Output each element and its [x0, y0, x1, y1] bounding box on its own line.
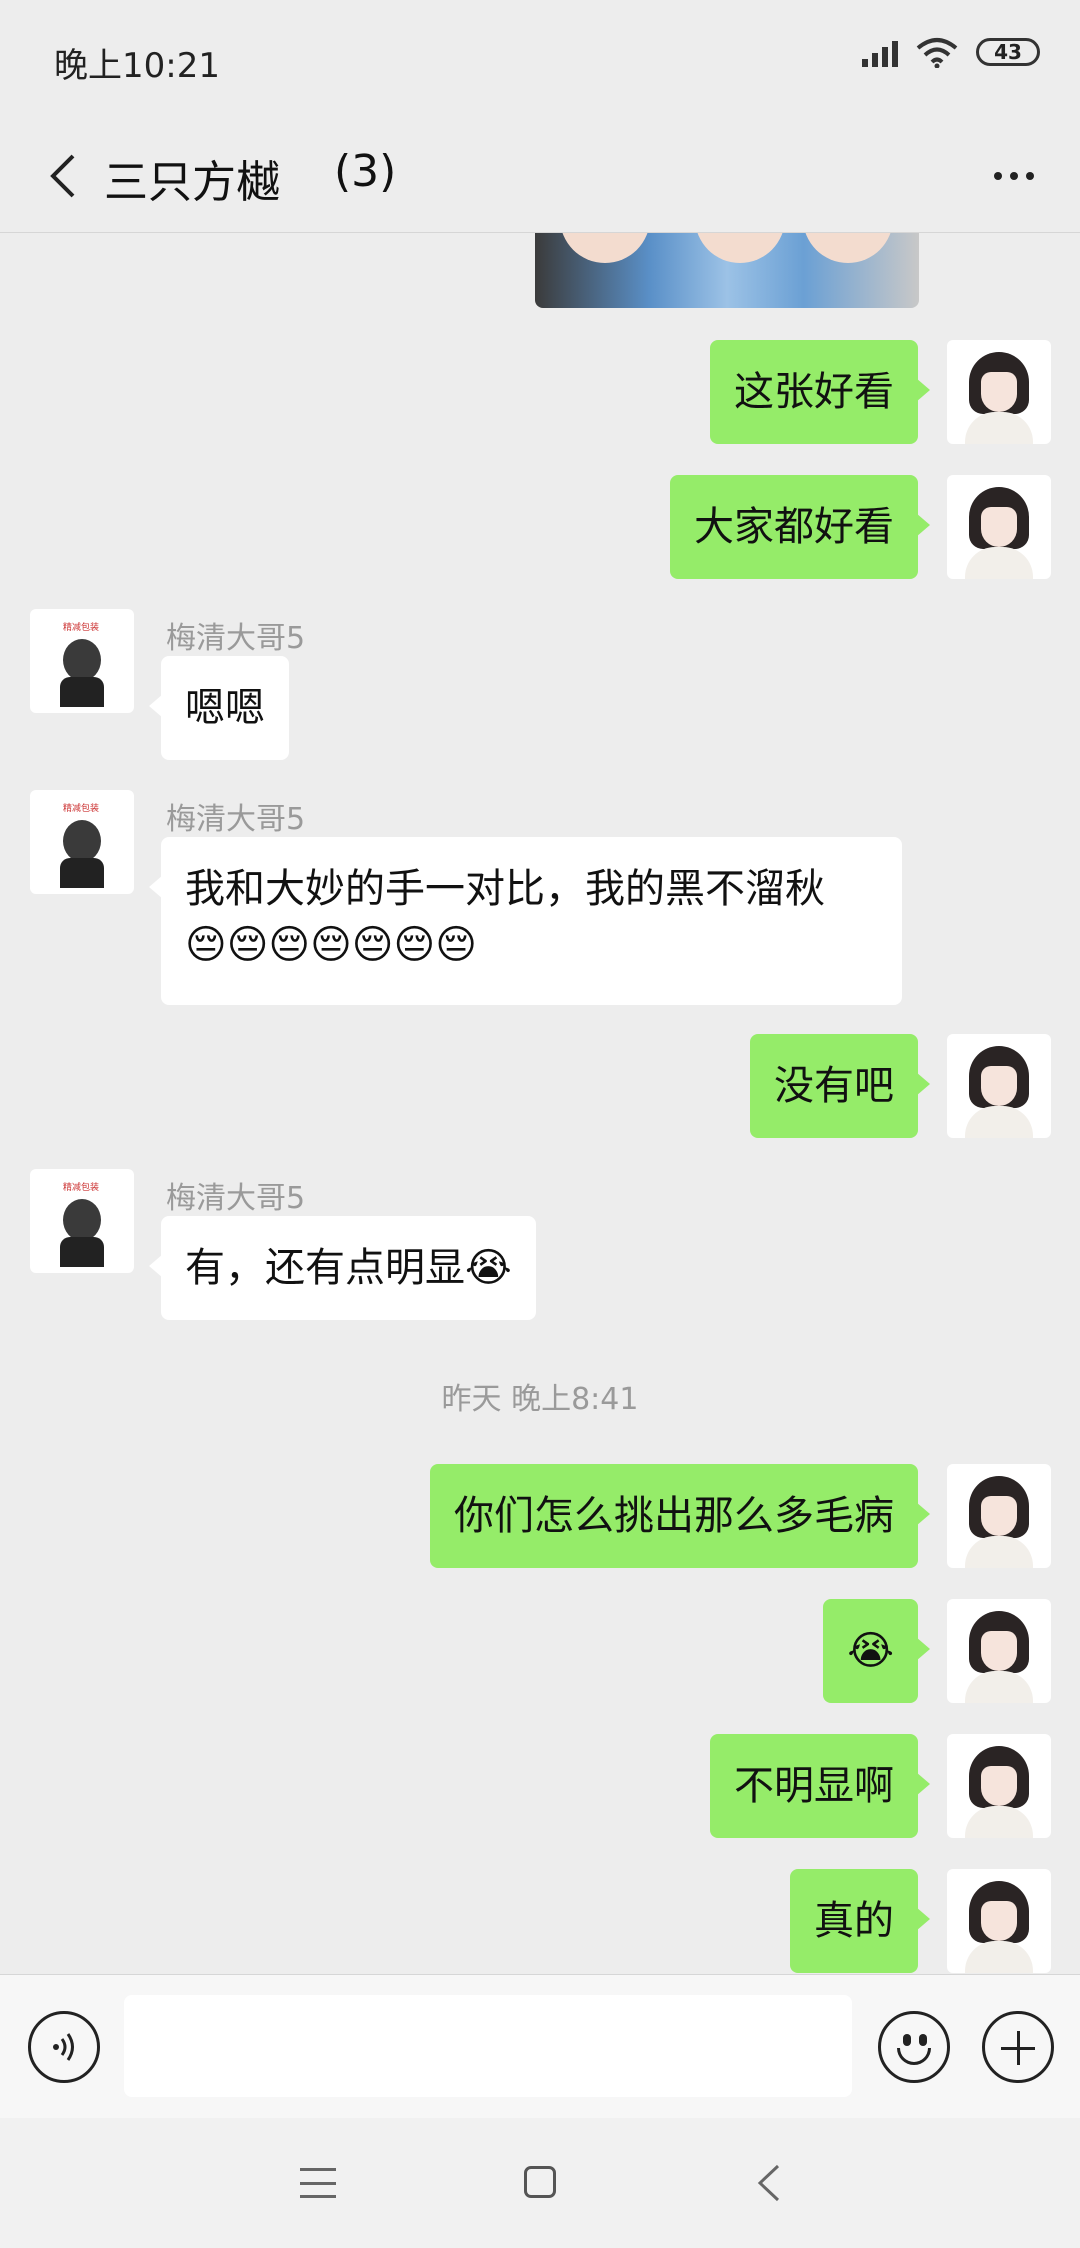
message-input[interactable] — [124, 1995, 852, 2097]
back-icon[interactable] — [752, 2164, 786, 2202]
message-text: 我和大妙的手一对比，我的黑不溜秋 — [185, 866, 825, 912]
message-bubble-me[interactable]: 不明显啊 — [710, 1734, 930, 1838]
message-list[interactable]: 这张好看 大家都好看 精减包装 梅清大哥5 嗯嗯 精减包装 梅清大哥5 我和大妙… — [0, 233, 1080, 1973]
my-avatar[interactable] — [947, 1034, 1051, 1138]
member-count: (3) — [334, 146, 397, 197]
sender-avatar[interactable]: 精减包装 — [30, 790, 134, 894]
message-bubble-me[interactable]: 你们怎么挑出那么多毛病 — [430, 1464, 930, 1568]
chevron-left-icon — [50, 154, 75, 198]
battery-icon: 43 — [976, 38, 1040, 66]
wifi-icon — [916, 38, 958, 68]
message-timestamp: 昨天 晚上8:41 — [441, 1382, 639, 1417]
input-bar — [0, 1974, 1080, 2119]
voice-button[interactable] — [28, 2011, 100, 2083]
message-bubble-other[interactable]: 嗯嗯 — [149, 656, 289, 760]
my-avatar[interactable] — [947, 1734, 1051, 1838]
message-bubble-other[interactable]: 我和大妙的手一对比，我的黑不溜秋 😔😔😔😔😔😔😔 — [149, 837, 902, 1005]
message-emoji-line: 😔😔😔😔😔😔😔 — [185, 922, 477, 968]
status-icons: 43 — [862, 36, 1040, 68]
my-avatar[interactable] — [947, 475, 1051, 579]
my-avatar[interactable] — [947, 1599, 1051, 1703]
message-image[interactable] — [535, 233, 919, 308]
system-nav-bar — [0, 2118, 1080, 2248]
my-avatar[interactable] — [947, 1464, 1051, 1568]
status-bar: 晚上10:21 43 — [0, 0, 1080, 120]
my-avatar[interactable] — [947, 340, 1051, 444]
sender-name: 梅清大哥5 — [166, 621, 306, 656]
voice-icon — [53, 2033, 74, 2061]
more-button[interactable] — [976, 142, 1052, 210]
sender-name: 梅清大哥5 — [166, 1181, 306, 1216]
status-time: 晚上10:21 — [54, 46, 220, 86]
chat-title: 三只方樾 — [104, 157, 280, 208]
menu-icon[interactable] — [300, 2168, 336, 2198]
message-bubble-me[interactable]: 😭 — [823, 1599, 930, 1703]
signal-icon — [862, 37, 898, 67]
sender-avatar[interactable]: 精减包装 — [30, 1169, 134, 1273]
emoji-button[interactable] — [878, 2011, 950, 2083]
chat-header: 三只方樾 (3) — [0, 120, 1080, 233]
message-bubble-me[interactable]: 大家都好看 — [670, 475, 930, 579]
sender-avatar[interactable]: 精减包装 — [30, 609, 134, 713]
more-actions-button[interactable] — [982, 2011, 1054, 2083]
sender-name: 梅清大哥5 — [166, 802, 306, 837]
message-bubble-me[interactable]: 没有吧 — [750, 1034, 930, 1138]
message-bubble-me[interactable]: 这张好看 — [710, 340, 930, 444]
message-bubble-me[interactable]: 真的 — [790, 1869, 930, 1973]
back-button[interactable] — [28, 142, 96, 210]
home-icon[interactable] — [524, 2166, 556, 2198]
more-dots-icon — [994, 172, 1002, 180]
my-avatar[interactable] — [947, 1869, 1051, 1973]
message-bubble-other[interactable]: 有，还有点明显😭 — [149, 1216, 536, 1320]
